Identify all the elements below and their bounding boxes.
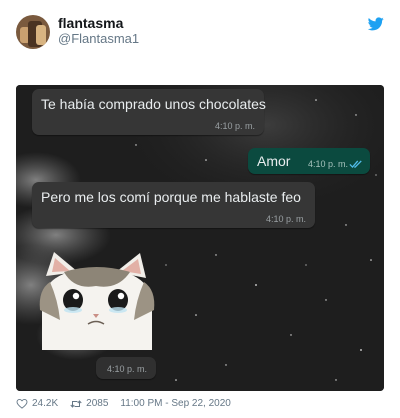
heart-icon[interactable]	[16, 398, 28, 409]
chat-message-outgoing[interactable]: Amor 4:10 p. m.	[248, 148, 370, 174]
sad-cat-sticker[interactable]	[38, 250, 156, 350]
tweet-footer: 24.2K 2085 11:00 PM - Sep 22, 2020	[16, 398, 231, 409]
message-time: 4:10 p. m.	[265, 214, 306, 224]
tweet-timestamp[interactable]: 11:00 PM - Sep 22, 2020	[120, 398, 230, 409]
message-text: Amor	[257, 153, 291, 169]
chat-message-incoming[interactable]: Te había comprado unos chocolates 4:10 p…	[32, 89, 266, 135]
double-check-icon	[349, 160, 362, 169]
user-avatar[interactable]	[16, 15, 50, 49]
user-name[interactable]: flantasma	[58, 15, 123, 31]
message-time: 4:10 p. m.	[106, 364, 147, 374]
chat-message-incoming[interactable]: Pero me los comí porque me hablaste feo …	[32, 182, 315, 228]
sticker-timestamp: 4:10 p. m.	[96, 357, 156, 379]
user-handle[interactable]: @Flantasma1	[58, 31, 139, 46]
like-count[interactable]: 24.2K	[32, 398, 58, 409]
message-time: 4:10 p. m.	[307, 159, 348, 169]
message-time: 4:10 p. m.	[214, 121, 255, 131]
message-text: Te había comprado unos chocolates	[41, 96, 266, 112]
message-text: Pero me los comí porque me hablaste feo	[41, 189, 301, 205]
retweet-count[interactable]: 2085	[86, 398, 108, 409]
tweet-card: flantasma @Flantasma1 Te había comprado …	[0, 0, 400, 418]
twitter-bird-icon[interactable]	[368, 17, 384, 31]
retweet-icon[interactable]	[70, 399, 82, 409]
tweet-media-chat-screenshot[interactable]: Te había comprado unos chocolates 4:10 p…	[16, 85, 384, 391]
